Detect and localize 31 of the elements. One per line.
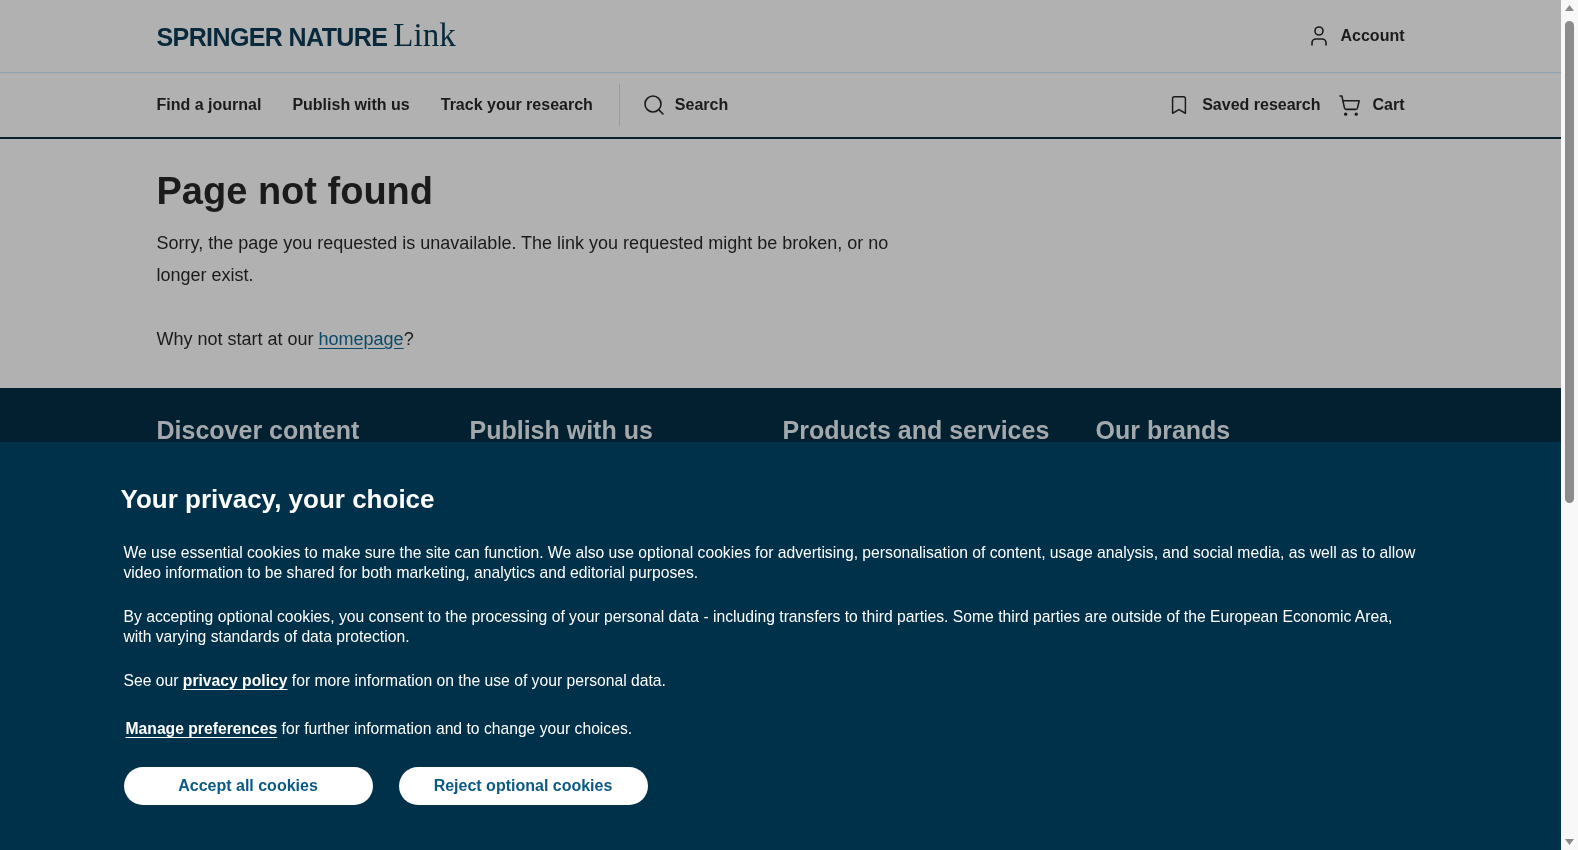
banner-text: We use essential cookies to make sure the site can function. We also use optional cookies for advertising, personalisation of content, usage analysis, and social media, as well as to allow video information to be shared for both marketing, analytics and editorial purposes. — [123, 543, 1417, 583]
banner-text: By accepting optional cookies, you consent to the processing of your personal data - including transfers to third parties. Some third parties are outside of the European Economic Area, with varying standards of data protection. — [123, 607, 1394, 647]
footer-heading: Discover content — [156, 418, 360, 442]
search-icon — [641, 93, 666, 117]
saved-research-link[interactable]: Saved research — [1168, 93, 1321, 117]
cart-icon — [1338, 93, 1362, 117]
site-logo[interactable]: SPRINGER NATURE Link — [156, 11, 456, 61]
footer-heading: Products and services — [782, 418, 1050, 442]
scrollbar[interactable] — [1561, 0, 1578, 850]
scroll-down-icon[interactable] — [1565, 839, 1574, 845]
footer-heading: Our brands — [1095, 418, 1231, 442]
cart-link[interactable]: Cart — [1338, 93, 1405, 117]
banner-title: Your privacy, your choice — [120, 483, 435, 515]
manage-preferences-notice: Manage preferences for further information and to change your choices. — [124, 719, 633, 739]
homepage-prompt: Why not start at our homepage? — [156, 328, 414, 351]
accept-cookies-button[interactable]: Accept all cookies — [123, 767, 373, 805]
search-button[interactable]: Search — [641, 93, 729, 117]
scrollbar-thumb[interactable] — [1565, 21, 1574, 503]
privacy-notice: See our privacy policy for more information on the use of your personal data. — [123, 671, 666, 691]
scroll-up-icon[interactable] — [1565, 5, 1574, 11]
homepage-link[interactable]: homepage — [318, 329, 404, 349]
nav-link[interactable]: Track your research — [440, 93, 593, 117]
nav-link[interactable]: Find a journal — [156, 93, 262, 117]
manage-preferences-link[interactable]: Manage preferences — [125, 719, 278, 739]
footer-heading: Publish with us — [469, 418, 653, 442]
nav-link[interactable]: Publish with us — [292, 93, 410, 117]
page-title: Page not found — [156, 169, 434, 214]
reject-cookies-button[interactable]: Reject optional cookies — [398, 767, 648, 805]
error-message: Sorry, the page you requested is unavailable. The link you requested might be broken, or no longer exist. — [156, 232, 890, 287]
account-button[interactable]: Account — [1306, 24, 1405, 48]
privacy-policy-link[interactable]: privacy policy — [182, 672, 288, 689]
